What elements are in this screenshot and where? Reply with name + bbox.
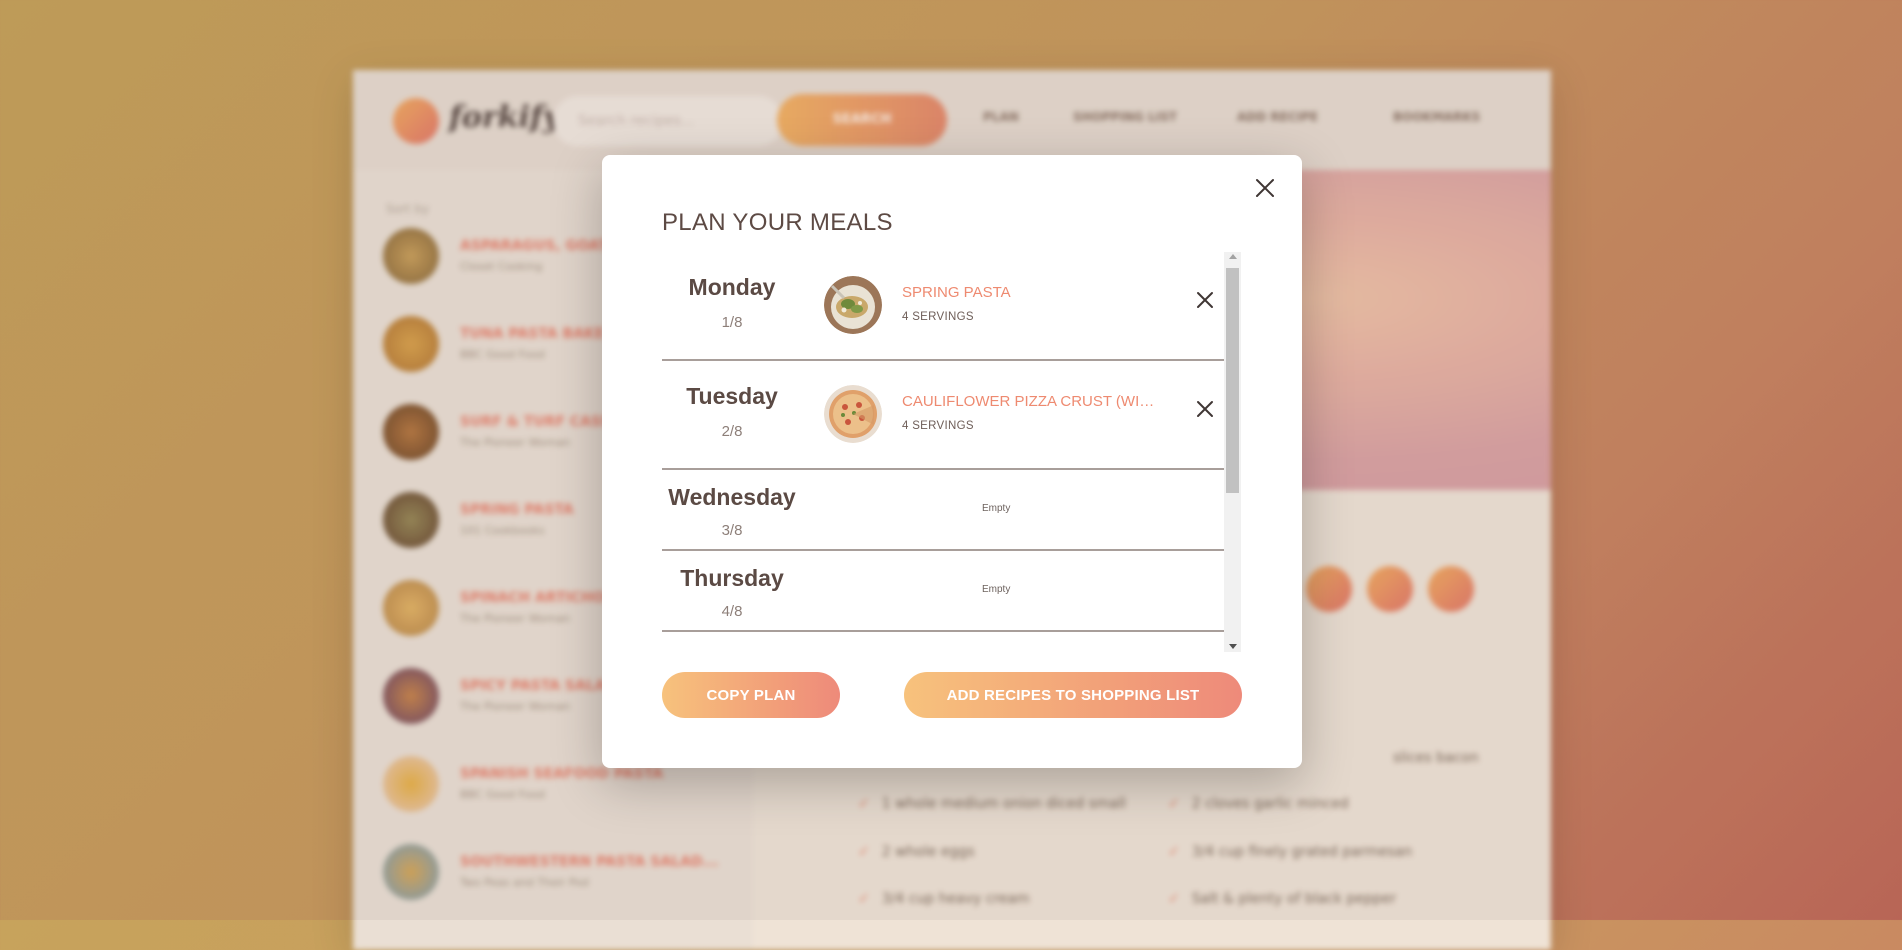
day-name: Monday bbox=[688, 274, 776, 300]
meal-plan-list[interactable]: Monday 1/8 SPRING PASTA 4 SERVINGS Tuesd… bbox=[662, 252, 1242, 652]
plan-day-row[interactable]: Thursday 4/8 Empty bbox=[662, 551, 1225, 632]
meal-plan-modal: PLAN YOUR MEALS Monday 1/8 SPRING PASTA … bbox=[602, 155, 1302, 768]
recipe-thumbnail[interactable] bbox=[824, 385, 882, 443]
plan-day-row: Tuesday 2/8 CAULIFLOWER PIZZA CRUST (WIT… bbox=[662, 361, 1225, 470]
day-date: 2/8 bbox=[721, 423, 743, 440]
plan-day-row[interactable]: Wednesday 3/8 Empty bbox=[662, 470, 1225, 551]
scroll-up-icon[interactable] bbox=[1229, 254, 1237, 259]
close-icon[interactable] bbox=[1252, 175, 1278, 201]
day-date: 4/8 bbox=[721, 603, 743, 620]
recipe-thumbnail[interactable] bbox=[824, 276, 882, 334]
remove-recipe-icon[interactable] bbox=[1195, 399, 1215, 419]
empty-slot-label: Empty bbox=[982, 584, 1011, 595]
recipe-servings: 4 SERVINGS bbox=[902, 420, 974, 432]
add-to-shopping-list-button[interactable]: ADD RECIPES TO SHOPPING LIST bbox=[904, 672, 1242, 718]
recipe-title-link[interactable]: SPRING PASTA bbox=[902, 284, 1011, 301]
day-date: 1/8 bbox=[721, 314, 743, 331]
empty-slot-label: Empty bbox=[982, 503, 1011, 514]
recipe-servings: 4 SERVINGS bbox=[902, 311, 974, 323]
day-name: Thursday bbox=[680, 565, 784, 591]
day-name: Wednesday bbox=[668, 484, 796, 510]
scrollbar-thumb[interactable] bbox=[1226, 268, 1239, 493]
recipe-title-link[interactable]: CAULIFLOWER PIZZA CRUST (WITH BBQ CHICKE… bbox=[902, 393, 1162, 410]
day-name: Tuesday bbox=[686, 383, 778, 409]
plan-list-scrollbar[interactable] bbox=[1224, 252, 1241, 652]
copy-plan-button[interactable]: COPY PLAN bbox=[662, 672, 840, 718]
scroll-down-icon[interactable] bbox=[1229, 644, 1237, 649]
modal-title: PLAN YOUR MEALS bbox=[662, 209, 893, 236]
plan-day-row: Monday 1/8 SPRING PASTA 4 SERVINGS bbox=[662, 252, 1225, 361]
remove-recipe-icon[interactable] bbox=[1195, 290, 1215, 310]
day-date: 3/8 bbox=[721, 522, 743, 539]
